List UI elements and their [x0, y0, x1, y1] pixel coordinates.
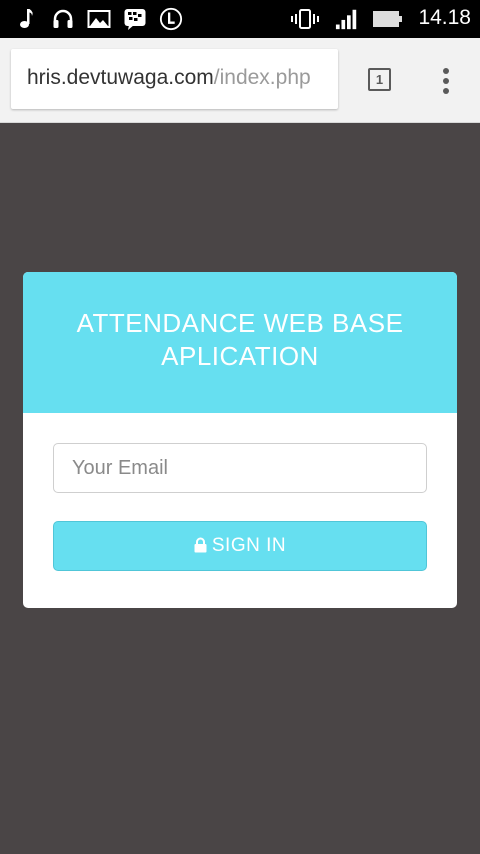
download-icon	[159, 7, 183, 31]
tab-switcher-button[interactable]: 1	[368, 68, 391, 91]
signal-icon	[335, 9, 357, 30]
login-card-header: ATTENDANCE WEB BASE APLICATION	[23, 272, 457, 413]
vibrate-icon	[291, 9, 319, 29]
lock-icon	[194, 537, 207, 553]
status-bar: 14.18	[0, 0, 480, 38]
music-note-icon	[20, 9, 33, 28]
image-icon	[87, 10, 111, 28]
email-field[interactable]	[53, 443, 427, 493]
url-text[interactable]: hris.devtuwaga.com/index.php	[27, 66, 311, 90]
url-host: hris.devtuwaga.com	[27, 66, 214, 89]
more-menu-icon[interactable]	[436, 66, 456, 96]
url-path: /index.php	[213, 66, 311, 89]
battery-icon	[373, 11, 402, 27]
headset-icon	[53, 9, 73, 28]
address-bar[interactable]: hris.devtuwaga.com/index.php	[11, 49, 338, 109]
sign-in-button[interactable]: SIGN IN	[53, 521, 427, 571]
login-card: ATTENDANCE WEB BASE APLICATION SIGN IN	[23, 272, 457, 608]
page-title: ATTENDANCE WEB BASE APLICATION	[76, 308, 404, 371]
browser-toolbar: hris.devtuwaga.com/index.php 1	[0, 38, 480, 123]
sign-in-label: SIGN IN	[211, 535, 287, 556]
clock-time: 14.18	[418, 6, 471, 29]
bbm-icon	[124, 9, 146, 30]
